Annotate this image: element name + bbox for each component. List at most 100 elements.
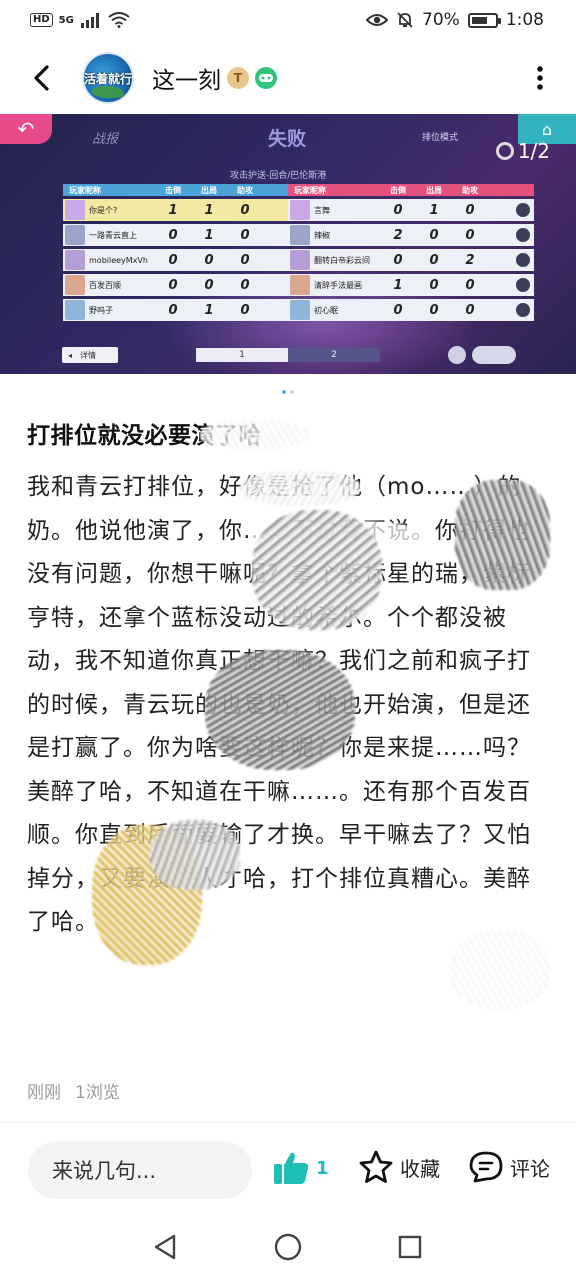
player-deaths: 1 bbox=[204, 202, 214, 218]
comment-input[interactable]: 来说几句... bbox=[28, 1141, 252, 1199]
game-controller-icon bbox=[255, 67, 277, 89]
game-page-1: 1 bbox=[196, 348, 288, 362]
header-assists: 助攻 bbox=[237, 185, 253, 195]
game-detail-label: 详情 bbox=[80, 350, 97, 360]
player-row: 野呜子 0 1 0 bbox=[63, 299, 309, 321]
system-nav-bar bbox=[0, 1208, 576, 1280]
player-name: 初心眠 bbox=[314, 305, 338, 315]
square-recent-icon bbox=[398, 1235, 422, 1259]
player-name: 言舞 bbox=[314, 205, 330, 215]
comment-placeholder: 来说几句... bbox=[52, 1159, 157, 1183]
player-kills: 0 bbox=[168, 252, 178, 268]
post-image[interactable]: ↶ ⌂ 战报 失败 排位模式 1/2 攻击护送-回合/巴伦斯港 玩家昵称 击倒 … bbox=[0, 114, 576, 374]
more-options-button[interactable] bbox=[528, 61, 552, 95]
image-counter-icon bbox=[495, 142, 514, 160]
left-team-table: 玩家昵称 击倒 出局 助攻 你是个? 1 1 0 一路青云直上 0 1 0 mobileeyMx… bbox=[63, 184, 309, 321]
post-time: 刚刚 bbox=[27, 1083, 61, 1103]
game-return-icon: ↶ bbox=[0, 114, 52, 144]
player-row: mobileeyMxVh 0 0 0 bbox=[63, 249, 309, 271]
player-avatar bbox=[65, 300, 85, 320]
vertical-dots-icon bbox=[537, 66, 543, 90]
image-counter-text: 1/2 bbox=[517, 139, 550, 163]
player-deaths: 0 bbox=[204, 277, 214, 293]
header-kills: 击倒 bbox=[390, 185, 406, 195]
nav-recent-button[interactable] bbox=[395, 1232, 425, 1262]
header-deaths: 出局 bbox=[201, 185, 217, 195]
triangle-back-icon bbox=[154, 1234, 176, 1260]
player-name: 野呜子 bbox=[89, 305, 113, 315]
player-avatar bbox=[290, 225, 310, 245]
avatar-text: 活着就行 bbox=[84, 71, 133, 86]
player-avatar bbox=[290, 275, 310, 295]
player-row: 你是个? 1 1 0 bbox=[63, 199, 309, 221]
player-name: 翻转白帝彩云间 bbox=[314, 255, 370, 265]
level-badge-icon: T bbox=[227, 67, 249, 89]
pager-dot bbox=[290, 390, 294, 394]
player-row: 一路青云直上 0 1 0 bbox=[63, 224, 309, 246]
player-row: 言舞 0 1 0 bbox=[288, 199, 534, 221]
player-assists: 2 bbox=[465, 252, 475, 268]
player-avatar bbox=[65, 225, 85, 245]
player-assists: 0 bbox=[240, 252, 250, 268]
like-count: 1 bbox=[316, 1157, 329, 1179]
player-avatar bbox=[290, 250, 310, 270]
comment-label: 评论 bbox=[510, 1156, 550, 1181]
player-assists: 0 bbox=[465, 227, 475, 243]
player-assists: 0 bbox=[240, 227, 250, 243]
header-assists: 助攻 bbox=[462, 185, 478, 195]
signal-icon bbox=[80, 13, 99, 28]
comment-button[interactable]: 评论 bbox=[468, 1150, 550, 1184]
thumbs-up-icon bbox=[274, 1152, 309, 1184]
game-report-label: 战报 bbox=[92, 132, 119, 147]
player-kills: 0 bbox=[393, 202, 403, 218]
redaction-scribble bbox=[252, 510, 382, 630]
image-pager bbox=[0, 390, 576, 394]
player-avatar bbox=[65, 275, 85, 295]
player-kills: 0 bbox=[393, 302, 403, 318]
player-name: 百发百顺 bbox=[89, 280, 121, 290]
player-kills: 0 bbox=[168, 227, 178, 243]
game-result-label: 失败 bbox=[268, 128, 307, 150]
author-avatar[interactable]: 活着就行 bbox=[82, 52, 134, 104]
player-name: 一路青云直上 bbox=[89, 230, 137, 240]
player-deaths: 0 bbox=[429, 227, 439, 243]
redaction-scribble bbox=[205, 650, 355, 770]
eye-icon bbox=[366, 14, 389, 26]
redaction-scribble bbox=[450, 930, 550, 1010]
author-name[interactable]: 这一刻 bbox=[152, 61, 221, 95]
player-deaths: 0 bbox=[429, 252, 439, 268]
player-kills: 0 bbox=[168, 277, 178, 293]
favorite-label: 收藏 bbox=[400, 1156, 440, 1181]
hd-badge: HD bbox=[30, 13, 53, 27]
game-map-line: 攻击护送-回合/巴伦斯港 bbox=[230, 171, 327, 181]
game-friend-icon bbox=[448, 346, 466, 364]
post-meta: 刚刚 1浏览 bbox=[27, 1078, 120, 1103]
player-row: 清辞手法最画 1 0 0 bbox=[288, 274, 534, 296]
nav-home-button[interactable] bbox=[273, 1232, 303, 1262]
player-row: 翻转白帝彩云间 0 0 2 bbox=[288, 249, 534, 271]
nav-back-button[interactable] bbox=[150, 1232, 180, 1262]
left-team-header: 玩家昵称 击倒 出局 助攻 bbox=[63, 184, 309, 196]
player-action-icon bbox=[516, 253, 530, 267]
mute-bell-icon bbox=[397, 12, 413, 28]
player-deaths: 0 bbox=[429, 302, 439, 318]
player-row: 初心眠 0 0 0 bbox=[288, 299, 534, 321]
player-row: 辣椒 2 0 0 bbox=[288, 224, 534, 246]
player-assists: 0 bbox=[465, 302, 475, 318]
circle-home-icon bbox=[274, 1233, 302, 1261]
image-counter: 1/2 bbox=[492, 138, 554, 164]
player-name: 清辞手法最画 bbox=[314, 280, 362, 290]
player-avatar bbox=[290, 300, 310, 320]
like-button[interactable]: 1 bbox=[272, 1150, 329, 1186]
player-assists: 0 bbox=[240, 202, 250, 218]
back-button[interactable] bbox=[24, 61, 58, 95]
favorite-button[interactable]: 收藏 bbox=[358, 1150, 440, 1184]
post-header: 活着就行 这一刻 T bbox=[0, 44, 576, 112]
game-bottom-icons bbox=[448, 346, 516, 364]
player-action-icon bbox=[516, 303, 530, 317]
redaction-scribble bbox=[150, 820, 240, 890]
player-kills: 0 bbox=[393, 252, 403, 268]
player-assists: 0 bbox=[240, 277, 250, 293]
chevron-left-icon bbox=[34, 65, 49, 91]
post-views: 1浏览 bbox=[75, 1083, 120, 1103]
